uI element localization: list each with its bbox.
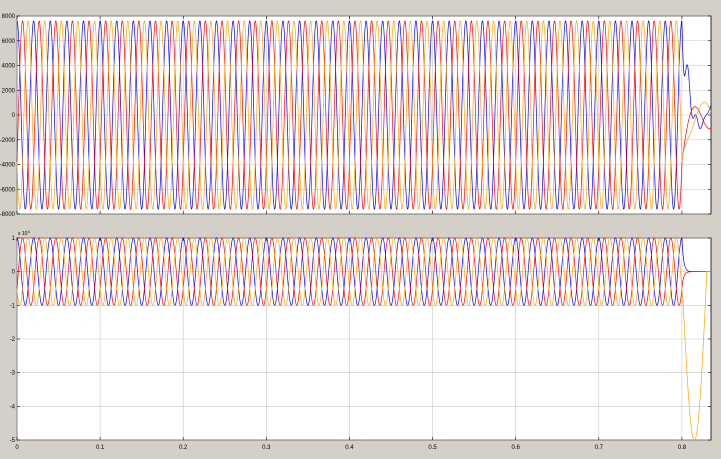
bottom-xtick-label: 0.6	[512, 445, 521, 451]
bottom-ytick-label: -2	[10, 337, 16, 343]
top-ytick-label: 8000	[2, 14, 16, 20]
top-ytick-label: -6000	[0, 187, 16, 193]
bottom-xtick-label: 0.4	[345, 445, 354, 451]
top-ytick-label: 4000	[2, 64, 16, 70]
bottom-ytick-label: -4	[10, 404, 16, 410]
bottom-xtick-label: 0.3	[262, 445, 271, 451]
bottom-ytick-label: -5	[10, 438, 16, 444]
bottom-xtick-label: 0.1	[96, 445, 105, 451]
bottom-ytick-label: -3	[10, 371, 16, 377]
exp-base: x 10	[18, 231, 28, 237]
top-ytick-label: 6000	[2, 39, 16, 45]
bottom-xtick-label: 0.2	[179, 445, 188, 451]
top-ytick-label: -4000	[0, 163, 16, 169]
top-ytick-label: -8000	[0, 212, 16, 218]
bottom-ytick-label: -1	[10, 303, 16, 309]
top-ytick-label: -2000	[0, 138, 16, 144]
top-axes: -8000-6000-4000-200002000400060008000	[0, 14, 712, 218]
bottom-xtick-label: 0.8	[678, 445, 687, 451]
scope-figure: -8000-6000-4000-200002000400060008000 -5…	[0, 0, 721, 459]
bottom-xtick-label: 0.5	[428, 445, 437, 451]
bottom-xtick-label: 0.7	[595, 445, 604, 451]
top-ytick-label: 2000	[2, 88, 16, 94]
bottom-axes: -5-4-3-2-101 0 0.1 0.2 0.3 0.4 0.5 0.6 0.7 0.8 x…	[10, 229, 712, 451]
